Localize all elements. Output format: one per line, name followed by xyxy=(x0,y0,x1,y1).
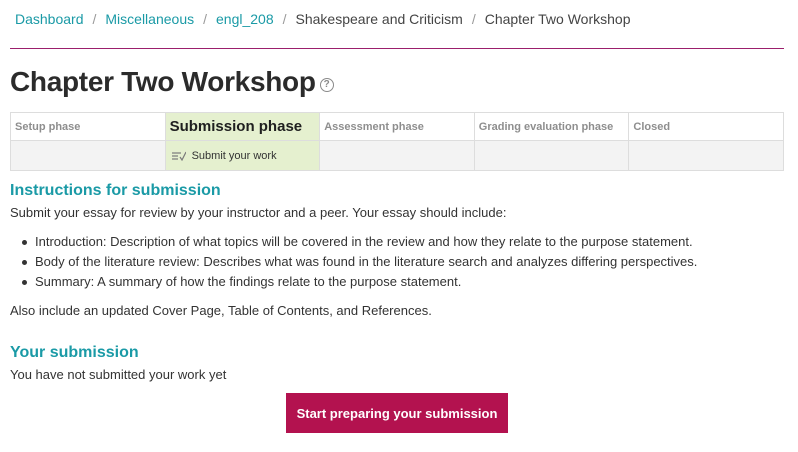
breadcrumb-separator: / xyxy=(282,11,287,27)
phase-grading-evaluation-tasks xyxy=(473,140,630,171)
phase-setup: Setup phase xyxy=(10,112,166,141)
list-item: Introduction: Description of what topics… xyxy=(22,233,697,253)
instructions-intro: Submit your essay for review by your ins… xyxy=(10,205,507,220)
phase-closed-tasks xyxy=(628,140,784,171)
task-list-icon xyxy=(171,151,186,161)
breadcrumb-separator: / xyxy=(92,11,97,27)
breadcrumb-course[interactable]: engl_208 xyxy=(216,11,274,27)
instructions-heading: Instructions for submission xyxy=(10,182,221,199)
start-submission-button[interactable]: Start preparing your submission xyxy=(286,393,508,433)
list-item: Body of the literature review: Describes… xyxy=(22,253,697,273)
instructions-footer: Also include an updated Cover Page, Tabl… xyxy=(10,303,432,318)
phase-assessment-tasks xyxy=(319,140,475,171)
page-header: Chapter Two Workshop ? xyxy=(10,64,334,100)
task-item: Submit your work xyxy=(170,150,316,162)
list-item: Summary: A summary of how the findings r… xyxy=(22,273,697,293)
submission-status: You have not submitted your work yet xyxy=(10,367,227,382)
phase-assessment: Assessment phase xyxy=(319,112,475,141)
phase-submission: Submission phase xyxy=(164,112,321,141)
breadcrumb-current: Chapter Two Workshop xyxy=(484,11,631,27)
breadcrumb-separator: / xyxy=(471,11,476,27)
header-divider xyxy=(10,48,784,49)
phase-closed: Closed xyxy=(628,112,784,141)
breadcrumb-miscellaneous[interactable]: Miscellaneous xyxy=(105,11,194,27)
phase-table: Setup phase Submission phase Assessment … xyxy=(10,112,784,171)
help-circle-icon[interactable]: ? xyxy=(319,78,334,92)
breadcrumb-dashboard[interactable]: Dashboard xyxy=(15,11,84,27)
breadcrumb: Dashboard / Miscellaneous / engl_208 / S… xyxy=(15,10,630,28)
page-title: Chapter Two Workshop xyxy=(10,66,316,97)
instructions-list: Introduction: Description of what topics… xyxy=(22,233,697,293)
phase-setup-tasks xyxy=(10,140,166,171)
submission-heading: Your submission xyxy=(10,344,139,361)
phase-grading-evaluation: Grading evaluation phase xyxy=(473,112,630,141)
breadcrumb-separator: / xyxy=(203,11,207,27)
task-label: Submit your work xyxy=(191,149,277,162)
phase-submission-tasks: Submit your work xyxy=(164,140,321,171)
breadcrumb-section: Shakespeare and Criticism xyxy=(295,11,463,27)
